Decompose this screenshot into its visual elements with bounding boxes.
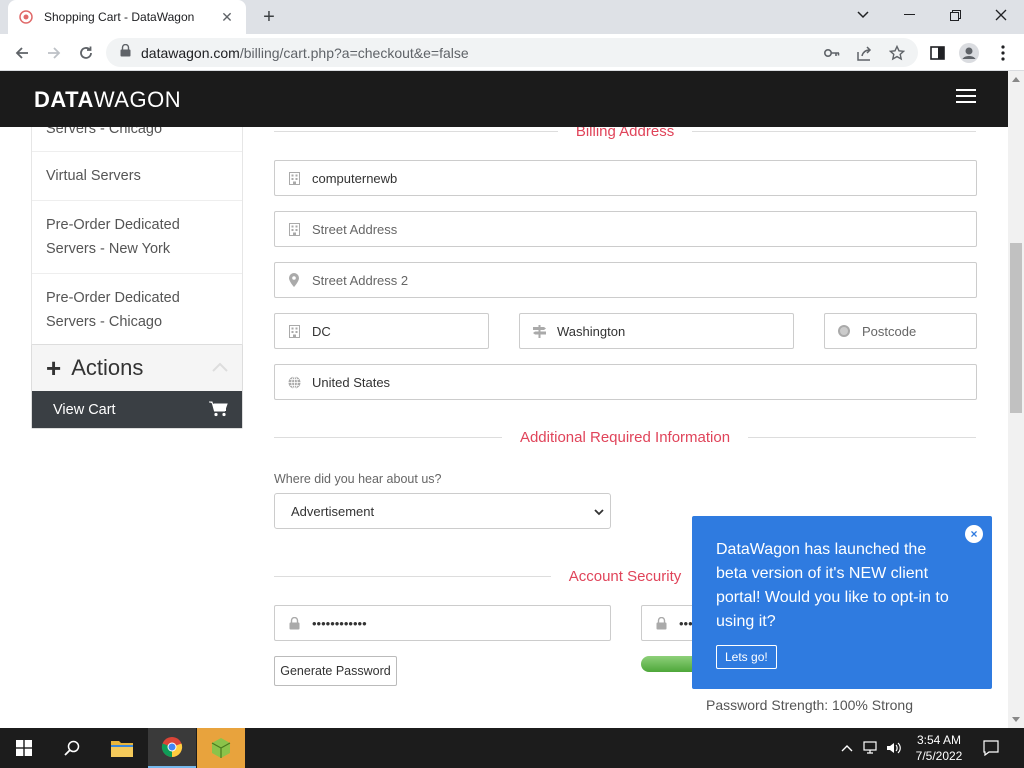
additional-info-heading: Additional Required Information: [274, 427, 976, 447]
lock-icon: [287, 616, 301, 630]
url-text: datawagon.com/billing/cart.php?a=checkou…: [141, 44, 469, 61]
package-app-icon[interactable]: [197, 728, 245, 768]
generate-password-button[interactable]: Generate Password: [274, 656, 397, 686]
browser-toolbar: datawagon.com/billing/cart.php?a=checkou…: [0, 34, 1024, 71]
actions-title: Actions: [71, 355, 144, 380]
actions-panel-header[interactable]: + Actions: [32, 345, 242, 391]
building-icon: [287, 222, 301, 236]
windows-taskbar: 3:54 AM 7/5/2022: [0, 728, 1024, 768]
scroll-up-arrow-icon[interactable]: [1012, 75, 1020, 83]
close-window-icon[interactable]: [978, 0, 1024, 30]
address-bar[interactable]: datawagon.com/billing/cart.php?a=checkou…: [106, 38, 918, 67]
page-content: Servers - Chicago Virtual Servers Pre-Or…: [0, 127, 1008, 728]
chevron-up-icon[interactable]: [212, 359, 228, 377]
clock-time: 3:54 AM: [916, 733, 962, 747]
tab-search-icon[interactable]: [840, 0, 886, 30]
volume-icon[interactable]: [886, 740, 902, 756]
company-name-field[interactable]: computernewb: [274, 160, 977, 196]
bookmark-star-icon[interactable]: [889, 45, 905, 61]
password-strength-text: Password Strength: 100% Strong: [706, 697, 914, 713]
city-field[interactable]: Washington: [519, 313, 794, 349]
client-portal-popup: × DataWagon has launched the beta versio…: [692, 516, 992, 689]
certificate-icon: [837, 324, 851, 338]
forward-icon[interactable]: [41, 40, 67, 66]
back-icon[interactable]: [9, 40, 35, 66]
minimize-icon[interactable]: [886, 0, 932, 30]
popup-close-icon[interactable]: ×: [965, 525, 983, 543]
street-address-2-field[interactable]: Street Address 2: [274, 262, 977, 298]
map-marker-icon: [287, 273, 301, 287]
taskbar-search-icon[interactable]: [48, 728, 96, 768]
globe-icon: [287, 375, 301, 389]
signpost-icon: [532, 324, 546, 338]
key-icon[interactable]: [824, 45, 840, 61]
datawagon-favicon-icon: [18, 9, 34, 25]
building-icon: [287, 171, 301, 185]
datawagon-logo[interactable]: DATAWAGON: [34, 87, 181, 113]
sidebar-item-preorder-new-york[interactable]: Pre-Order Dedicated Servers - New York: [32, 201, 242, 274]
file-explorer-icon[interactable]: [98, 728, 146, 768]
lock-icon: [120, 43, 131, 62]
lock-icon: [654, 616, 668, 630]
actions-panel: + Actions View Cart: [31, 344, 243, 429]
plus-icon: +: [46, 353, 62, 383]
sidebar-item-servers-chicago[interactable]: Servers - Chicago: [32, 127, 242, 152]
chrome-taskbar-icon[interactable]: [148, 728, 196, 768]
billing-address-heading: Billing Address: [274, 127, 977, 141]
scrollbar-thumb[interactable]: [1010, 243, 1022, 413]
street-address-field[interactable]: Street Address: [274, 211, 977, 247]
referral-selected-value: Advertisement: [291, 503, 375, 519]
kebab-menu-icon[interactable]: [992, 42, 1014, 64]
country-field[interactable]: United States: [274, 364, 977, 400]
sidebar-category-list: Servers - Chicago Virtual Servers Pre-Or…: [31, 127, 243, 347]
referral-source-select[interactable]: Advertisement: [274, 493, 611, 529]
windows-start-icon[interactable]: [0, 728, 48, 768]
building-icon: [287, 324, 301, 338]
state-field[interactable]: DC: [274, 313, 489, 349]
network-icon[interactable]: [863, 740, 879, 756]
clock-date: 7/5/2022: [915, 749, 963, 763]
sidebar-item-virtual-servers[interactable]: Virtual Servers: [32, 152, 242, 201]
browser-tabstrip: Shopping Cart - DataWagon ✕ +: [0, 0, 1024, 34]
site-header: DATAWAGON: [0, 71, 1008, 127]
hamburger-menu-icon[interactable]: [956, 89, 976, 107]
taskbar-clock[interactable]: 3:54 AM 7/5/2022: [908, 732, 970, 764]
restore-icon[interactable]: [932, 0, 978, 30]
reload-icon[interactable]: [73, 40, 99, 66]
scroll-down-arrow-icon[interactable]: [1012, 715, 1020, 723]
tray-chevron-up-icon[interactable]: [839, 740, 855, 756]
referral-question-label: Where did you hear about us?: [274, 472, 442, 486]
sidebar-item-preorder-chicago[interactable]: Pre-Order Dedicated Servers - Chicago: [32, 274, 242, 346]
browser-tab[interactable]: Shopping Cart - DataWagon ✕: [8, 0, 246, 34]
shopping-cart-icon: [209, 401, 228, 421]
side-panel-icon[interactable]: [926, 42, 948, 64]
tab-close-icon[interactable]: ✕: [218, 8, 236, 26]
notification-icon[interactable]: [983, 740, 999, 756]
password-field[interactable]: ••••••••••••: [274, 605, 611, 641]
new-tab-icon[interactable]: +: [258, 6, 280, 28]
share-icon[interactable]: [857, 45, 873, 61]
lets-go-button[interactable]: Lets go!: [716, 645, 777, 669]
postcode-field[interactable]: Postcode: [824, 313, 977, 349]
tab-title: Shopping Cart - DataWagon: [44, 10, 195, 24]
chevron-down-icon: [594, 505, 604, 520]
profile-avatar-icon[interactable]: [958, 42, 980, 64]
view-cart-label: View Cart: [53, 401, 116, 418]
page-scrollbar[interactable]: [1008, 71, 1024, 728]
view-cart-button[interactable]: View Cart: [32, 391, 242, 428]
popup-message: DataWagon has launched the beta version …: [716, 541, 949, 630]
